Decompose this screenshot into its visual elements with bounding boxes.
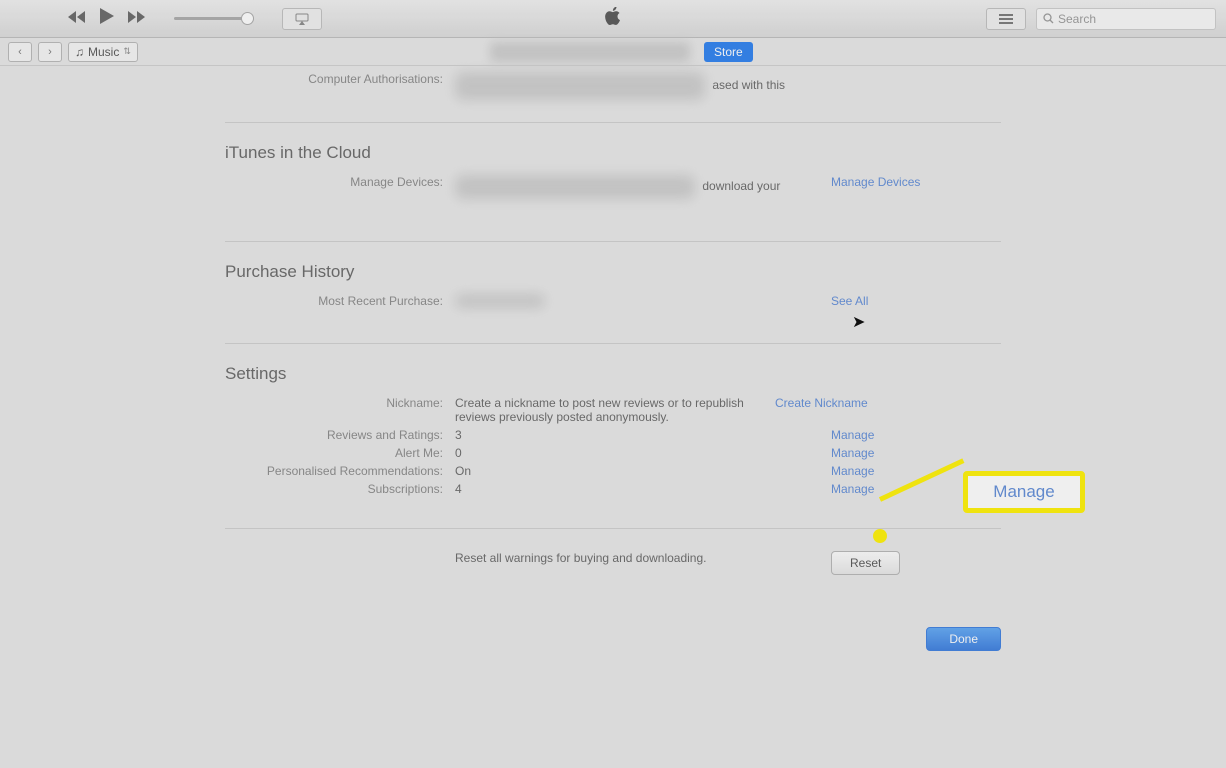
nickname-value: Create a nickname to post new reviews or… (455, 396, 775, 424)
callout-dot (873, 529, 887, 543)
reset-text: Reset all warnings for buying and downlo… (455, 551, 831, 575)
rec-manage-link[interactable]: Manage (831, 464, 874, 478)
tabs-blurred (490, 42, 690, 62)
done-button[interactable]: Done (926, 627, 1001, 651)
search-icon (1043, 13, 1054, 24)
nickname-label: Nickname: (225, 396, 455, 424)
recent-purchase-label: Most Recent Purchase: (225, 294, 455, 311)
recent-purchase-value (455, 294, 831, 311)
alert-manage-link[interactable]: Manage (831, 446, 874, 460)
alert-value: 0 (455, 446, 831, 460)
volume-knob[interactable] (241, 12, 254, 25)
search-input[interactable]: Search (1036, 8, 1216, 30)
subs-label: Subscriptions: (225, 482, 455, 496)
devices-label: Manage Devices: (225, 175, 455, 199)
create-nickname-link[interactable]: Create Nickname (775, 396, 868, 410)
media-picker[interactable]: ♫ Music ⇅ (68, 42, 138, 62)
see-all-link[interactable]: See All (831, 294, 868, 308)
media-picker-label: Music (88, 45, 119, 59)
auth-label: Computer Authorisations: (225, 72, 455, 100)
rec-label: Personalised Recommendations: (225, 464, 455, 478)
toolbar: Search (0, 0, 1226, 38)
callout-box: Manage (963, 471, 1085, 513)
airplay-button[interactable] (282, 8, 322, 30)
next-icon[interactable] (128, 10, 146, 28)
reviews-value: 3 (455, 428, 831, 442)
subs-manage-link[interactable]: Manage (831, 482, 874, 496)
back-button[interactable]: ‹ (8, 42, 32, 62)
callout-label: Manage (993, 482, 1054, 502)
search-placeholder: Search (1058, 12, 1096, 26)
settings-section-title: Settings (225, 364, 1001, 384)
account-content: Computer Authorisations: ased with this … (225, 70, 1001, 651)
apple-logo-icon (605, 7, 621, 30)
play-icon[interactable] (100, 8, 114, 29)
auth-value: ased with this (455, 72, 831, 100)
reset-button[interactable]: Reset (831, 551, 900, 575)
volume-slider[interactable] (174, 17, 254, 20)
reviews-label: Reviews and Ratings: (225, 428, 455, 442)
manage-devices-link[interactable]: Manage Devices (831, 175, 920, 189)
previous-icon[interactable] (68, 10, 86, 28)
music-note-icon: ♫ (75, 45, 84, 59)
cloud-section-title: iTunes in the Cloud (225, 143, 1001, 163)
list-view-button[interactable] (986, 8, 1026, 30)
subs-value: 4 (455, 482, 831, 496)
devices-value: download your (455, 175, 831, 199)
rec-value: On (455, 464, 831, 478)
alert-label: Alert Me: (225, 446, 455, 460)
forward-button[interactable]: › (38, 42, 62, 62)
reviews-manage-link[interactable]: Manage (831, 428, 874, 442)
store-tab[interactable]: Store (704, 42, 753, 62)
chevron-updown-icon: ⇅ (123, 46, 131, 57)
purchase-section-title: Purchase History (225, 262, 1001, 282)
